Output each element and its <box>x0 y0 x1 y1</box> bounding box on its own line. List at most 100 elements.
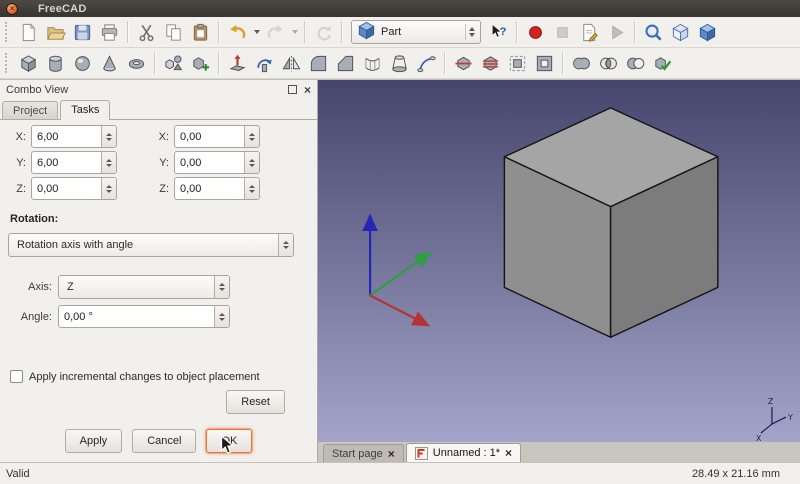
sphere-icon[interactable] <box>69 50 96 77</box>
main-toolbar: Part? <box>0 17 800 48</box>
spinner-buttons[interactable] <box>101 152 116 173</box>
translation-y-field[interactable]: 6,00 <box>31 151 117 174</box>
loft-icon[interactable] <box>386 50 413 77</box>
undo-icon[interactable] <box>224 19 251 46</box>
tab-start-page[interactable]: Start page × <box>323 444 404 462</box>
close-tab-icon[interactable]: × <box>388 448 395 460</box>
spinner-buttons[interactable] <box>101 178 116 199</box>
undo-dropdown-icon[interactable] <box>251 19 262 46</box>
box-icon[interactable] <box>15 50 42 77</box>
translation-x-label: X: <box>8 131 26 143</box>
freecad-doc-icon <box>415 447 428 460</box>
statusbar: Valid 28.49 x 21.16 mm <box>0 462 800 484</box>
refresh-icon <box>310 19 337 46</box>
angle-field[interactable]: 0,00 ° <box>58 305 230 328</box>
svg-text:X: X <box>756 434 762 442</box>
check-geometry-icon[interactable] <box>649 50 676 77</box>
tab-tasks[interactable]: Tasks <box>60 100 110 120</box>
cylinder-icon[interactable] <box>42 50 69 77</box>
combo-view-title: Combo View <box>6 84 68 96</box>
combo-view-panel: Combo View × Project Tasks X: 6,00 <box>0 80 318 462</box>
float-panel-icon[interactable] <box>288 85 297 94</box>
part-toolbar <box>0 48 800 79</box>
window-close-button[interactable]: × <box>6 3 18 15</box>
center-y-field[interactable]: 0,00 <box>174 151 260 174</box>
thickness-icon[interactable] <box>531 50 558 77</box>
sweep-icon[interactable] <box>413 50 440 77</box>
reset-button[interactable]: Reset <box>226 390 285 414</box>
paste-icon[interactable] <box>187 19 214 46</box>
3d-viewport[interactable]: Z Y X <box>318 80 800 442</box>
redo-icon <box>262 19 289 46</box>
ruled-surface-icon[interactable] <box>359 50 386 77</box>
rotation-mode-select[interactable]: Rotation axis with angle <box>8 233 294 257</box>
svg-text:Z: Z <box>768 397 774 406</box>
toolbar-separator <box>562 52 564 74</box>
tab-project[interactable]: Project <box>2 101 58 119</box>
toolbar-separator <box>341 21 343 43</box>
tab-unnamed-document[interactable]: Unnamed : 1* × <box>406 443 521 462</box>
boolean-cut-icon[interactable] <box>622 50 649 77</box>
boolean-common-icon[interactable] <box>595 50 622 77</box>
spinner-buttons[interactable] <box>101 126 116 147</box>
shape-builder-icon[interactable] <box>187 50 214 77</box>
spinner-buttons[interactable] <box>214 306 229 327</box>
print-icon[interactable] <box>96 19 123 46</box>
axis-label: Axis: <box>8 281 52 293</box>
boolean-union-icon[interactable] <box>568 50 595 77</box>
draw-style-icon[interactable] <box>694 19 721 46</box>
document-tab-bar: Start page × Unnamed : 1* × <box>318 442 800 462</box>
macro-edit-icon[interactable] <box>576 19 603 46</box>
new-document-icon[interactable] <box>15 19 42 46</box>
toolbar-drag-handle[interactable] <box>5 22 10 42</box>
axonometric-view-icon[interactable] <box>667 19 694 46</box>
toolbar-separator <box>304 21 306 43</box>
axis-select[interactable]: Z <box>58 275 230 299</box>
cut-icon[interactable] <box>133 19 160 46</box>
part-workbench-icon <box>356 20 377 44</box>
combo-view-header: Combo View × <box>0 80 317 99</box>
fillet-icon[interactable] <box>305 50 332 77</box>
combo-arrows-icon <box>465 24 478 40</box>
center-z-field[interactable]: 0,00 <box>174 177 260 200</box>
viewport-canvas: Z Y X <box>318 80 800 442</box>
revolve-icon[interactable] <box>251 50 278 77</box>
close-tab-icon[interactable]: × <box>505 447 512 459</box>
mirror-icon[interactable] <box>278 50 305 77</box>
toolbar-drag-handle[interactable] <box>5 53 10 73</box>
cancel-button[interactable]: Cancel <box>132 429 196 453</box>
macro-stop-icon <box>549 19 576 46</box>
cross-sections-icon[interactable] <box>477 50 504 77</box>
macro-record-icon[interactable] <box>522 19 549 46</box>
toolbar-separator <box>127 21 129 43</box>
chamfer-icon[interactable] <box>332 50 359 77</box>
translation-z-field[interactable]: 0,00 <box>31 177 117 200</box>
toolbar-separator <box>218 21 220 43</box>
combo-arrows-icon[interactable] <box>214 276 229 298</box>
open-document-icon[interactable] <box>42 19 69 46</box>
placement-task-panel: X: 6,00 X: 0,00 Y: <box>0 120 317 462</box>
extrude-icon[interactable] <box>224 50 251 77</box>
ok-button[interactable]: OK <box>206 429 252 453</box>
torus-icon[interactable] <box>123 50 150 77</box>
section-icon[interactable] <box>450 50 477 77</box>
create-primitives-icon[interactable] <box>160 50 187 77</box>
cube-object[interactable] <box>504 108 717 337</box>
apply-button[interactable]: Apply <box>65 429 123 453</box>
whats-this-icon[interactable]: ? <box>485 19 512 46</box>
redo-dropdown-icon[interactable] <box>289 19 300 46</box>
cone-icon[interactable] <box>96 50 123 77</box>
copy-icon[interactable] <box>160 19 187 46</box>
combo-arrows-icon[interactable] <box>278 234 293 256</box>
save-document-icon[interactable] <box>69 19 96 46</box>
spinner-buttons[interactable] <box>244 178 259 199</box>
fit-all-icon[interactable] <box>640 19 667 46</box>
spinner-buttons[interactable] <box>244 126 259 147</box>
offset-3d-icon[interactable] <box>504 50 531 77</box>
translation-x-field[interactable]: 6,00 <box>31 125 117 148</box>
incremental-placement-checkbox[interactable] <box>10 370 23 383</box>
close-panel-icon[interactable]: × <box>304 84 311 96</box>
spinner-buttons[interactable] <box>244 152 259 173</box>
workbench-selector[interactable]: Part <box>351 20 481 44</box>
center-x-field[interactable]: 0,00 <box>174 125 260 148</box>
